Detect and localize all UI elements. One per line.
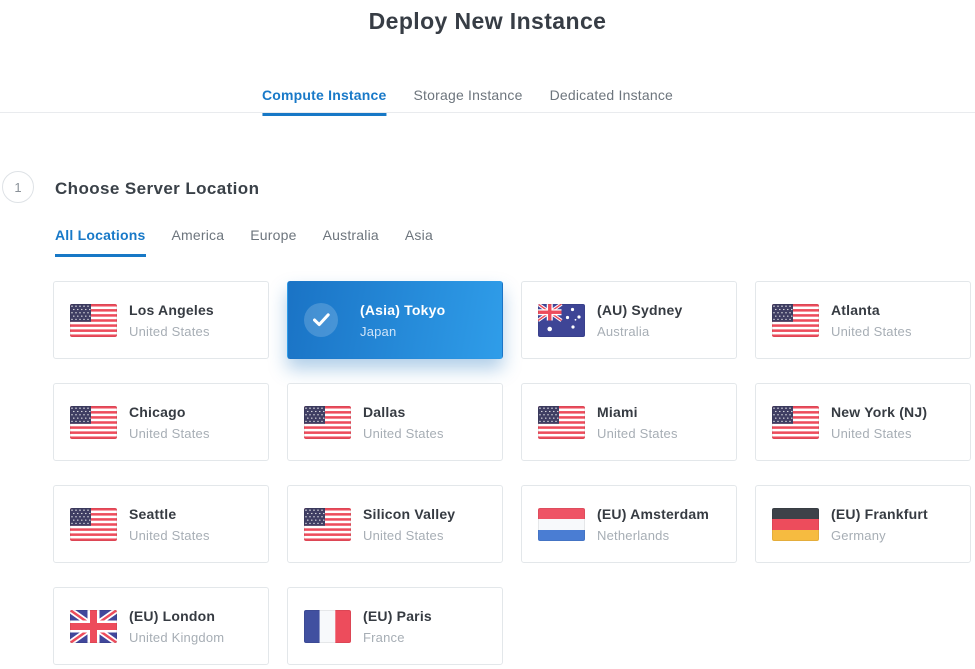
location-card[interactable]: (EU) Paris France [287,587,503,665]
location-country: United Kingdom [129,630,224,645]
location-text: Los Angeles United States [129,302,214,339]
location-card[interactable]: Silicon Valley United States [287,485,503,563]
deploy-new-instance-page: Deploy New Instance Compute Instance Sto… [0,0,975,669]
location-city: Seattle [129,506,210,522]
flag-nl-icon [538,508,585,541]
header-divider [0,112,975,113]
location-country: Japan [360,324,445,339]
flag-us-icon [70,508,117,541]
flag-fr-icon [304,610,351,643]
location-text: Miami United States [597,404,678,441]
location-city: Dallas [363,404,444,420]
flag-us-icon [538,406,585,439]
location-city: Miami [597,404,678,420]
location-text: (AU) Sydney Australia [597,302,682,339]
location-text: New York (NJ) United States [831,404,927,441]
location-text: (EU) Frankfurt Germany [831,506,928,543]
location-country: United States [363,528,455,543]
location-country: United States [363,426,444,441]
location-text: Chicago United States [129,404,210,441]
tab-australia[interactable]: Australia [323,227,379,257]
flag-de-icon [772,508,819,541]
location-city: Silicon Valley [363,506,455,522]
location-country: Netherlands [597,528,709,543]
location-country: France [363,630,432,645]
flag-us-icon [304,406,351,439]
flag-us-icon [70,304,117,337]
flag-au-icon [538,304,585,337]
location-text: Atlanta United States [831,302,912,339]
location-card[interactable]: Miami United States [521,383,737,461]
location-card[interactable]: Seattle United States [53,485,269,563]
location-tab-bar: All Locations America Europe Australia A… [55,227,433,257]
location-card[interactable]: Dallas United States [287,383,503,461]
flag-us-icon [772,304,819,337]
location-city: (EU) Amsterdam [597,506,709,522]
location-text: (EU) Paris France [363,608,432,645]
location-city: New York (NJ) [831,404,927,420]
location-text: (EU) Amsterdam Netherlands [597,506,709,543]
location-city: (EU) London [129,608,224,624]
location-text: Seattle United States [129,506,210,543]
location-text: (EU) London United Kingdom [129,608,224,645]
location-text: (Asia) Tokyo Japan [360,302,445,339]
location-country: United States [129,528,210,543]
flag-gb-icon [70,610,117,643]
location-card[interactable]: Los Angeles United States [53,281,269,359]
location-text: Dallas United States [363,404,444,441]
location-card[interactable]: Chicago United States [53,383,269,461]
location-card[interactable]: (EU) Frankfurt Germany [755,485,971,563]
page-title: Deploy New Instance [0,8,975,35]
location-country: United States [831,324,912,339]
location-country: United States [597,426,678,441]
tab-all-locations[interactable]: All Locations [55,227,146,257]
location-text: Silicon Valley United States [363,506,455,543]
location-city: Atlanta [831,302,912,318]
selected-check-icon [304,303,338,337]
location-card[interactable]: (EU) Amsterdam Netherlands [521,485,737,563]
section-title: Choose Server Location [55,179,259,199]
location-card[interactable]: (Asia) Tokyo Japan [287,281,503,359]
flag-us-icon [304,508,351,541]
tab-america[interactable]: America [172,227,225,257]
location-city: (EU) Frankfurt [831,506,928,522]
location-country: United States [129,426,210,441]
tab-asia[interactable]: Asia [405,227,433,257]
location-city: (EU) Paris [363,608,432,624]
location-country: United States [831,426,927,441]
location-card[interactable]: New York (NJ) United States [755,383,971,461]
location-city: Los Angeles [129,302,214,318]
flag-us-icon [772,406,819,439]
location-card[interactable]: (EU) London United Kingdom [53,587,269,665]
location-city: Chicago [129,404,210,420]
tab-europe[interactable]: Europe [250,227,296,257]
location-card[interactable]: (AU) Sydney Australia [521,281,737,359]
step-number-badge: 1 [2,171,34,203]
location-country: Australia [597,324,682,339]
flag-us-icon [70,406,117,439]
location-country: Germany [831,528,928,543]
location-country: United States [129,324,214,339]
location-city: (Asia) Tokyo [360,302,445,318]
location-card[interactable]: Atlanta United States [755,281,971,359]
location-city: (AU) Sydney [597,302,682,318]
location-grid: Los Angeles United States (Asia) Tokyo J… [53,281,971,665]
